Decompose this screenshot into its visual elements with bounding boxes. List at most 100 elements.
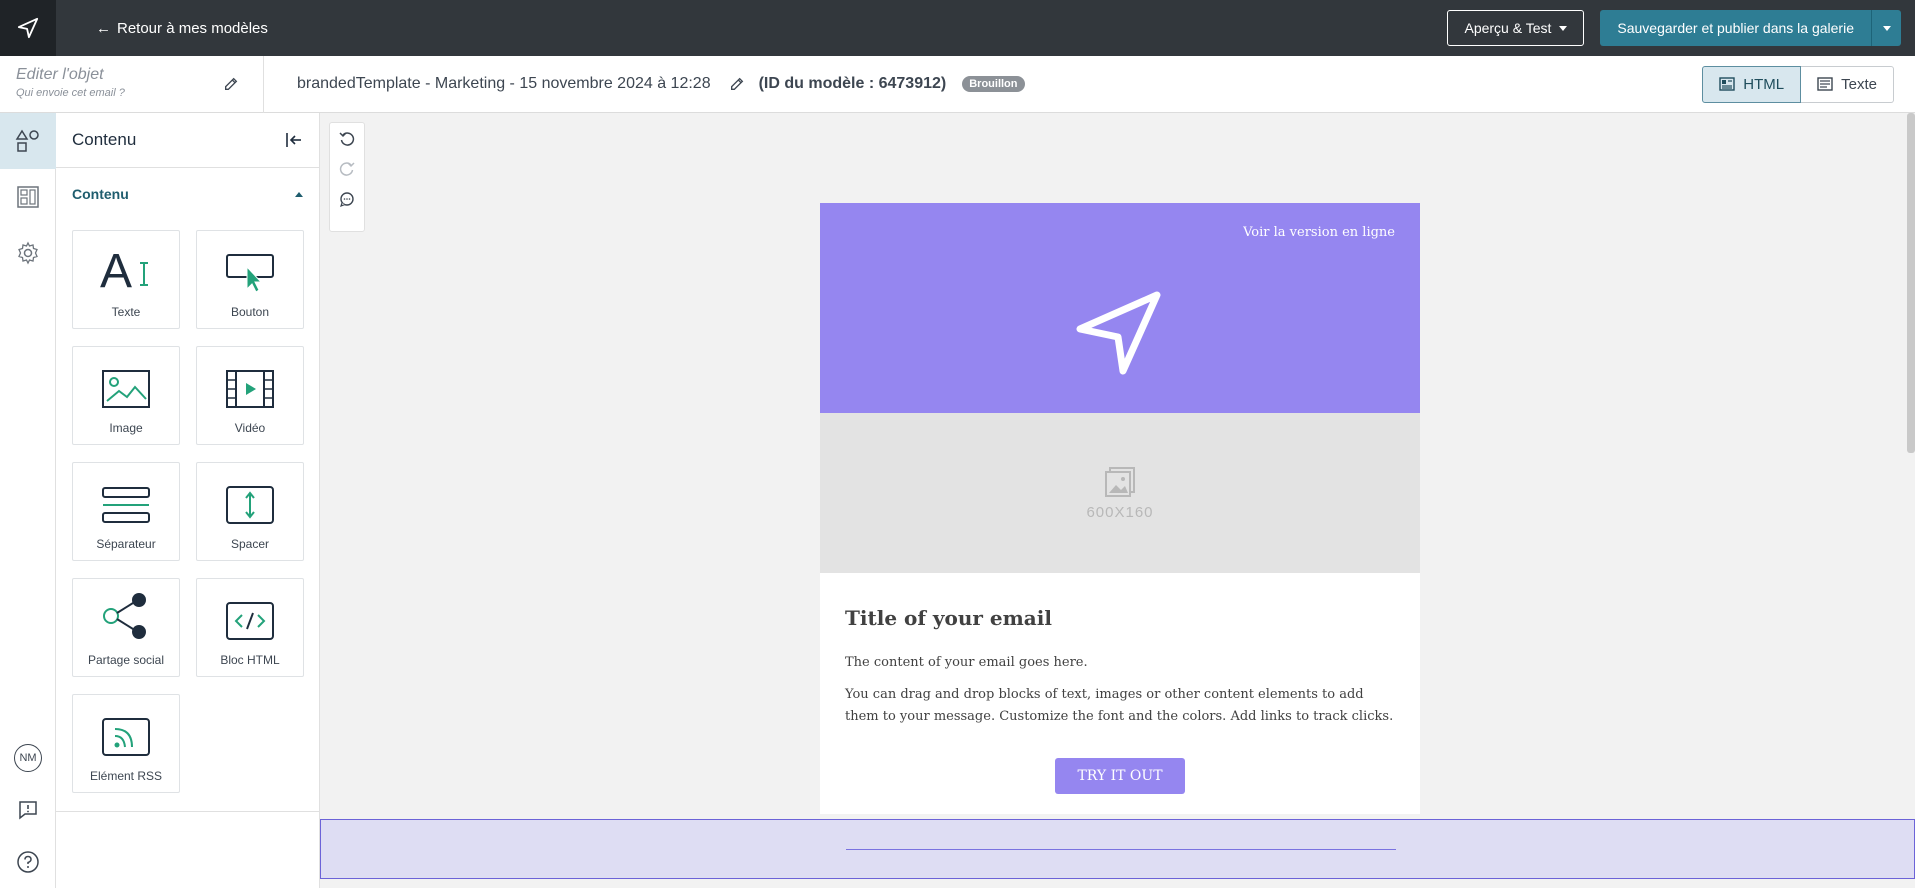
rail-layout[interactable] (0, 169, 56, 225)
help-button[interactable] (0, 836, 56, 888)
block-label: Texte (111, 305, 141, 319)
top-bar: ← Retour à mes modèles Aperçu & Test Sau… (0, 0, 1915, 56)
tab-text-label: Texte (1841, 75, 1877, 93)
block-label: Séparateur (96, 537, 156, 551)
gear-icon (18, 241, 38, 265)
paper-plane-icon (17, 17, 39, 39)
pencil-icon[interactable] (729, 76, 745, 92)
scrollbar[interactable] (1907, 113, 1915, 453)
spacer-icon (226, 486, 274, 524)
template-name: brandedTemplate - Marketing - 15 novembr… (297, 75, 711, 92)
cta-button[interactable]: TRY IT OUT (1055, 758, 1185, 794)
feedback-icon (19, 801, 37, 820)
share-icon (103, 593, 146, 639)
back-to-templates-link[interactable]: ← Retour à mes modèles (96, 20, 268, 37)
svg-text:A: A (100, 245, 132, 293)
view-toggle: HTML Texte (1702, 65, 1894, 103)
avatar: NM (14, 744, 42, 772)
chevron-down-icon (1882, 25, 1891, 31)
canvas-bottom (320, 880, 1915, 888)
drop-zone[interactable] (320, 819, 1915, 879)
block-image[interactable]: Image (72, 346, 180, 445)
block-divider[interactable]: Séparateur (72, 462, 180, 561)
divider-line (846, 849, 1396, 850)
tab-html-label: HTML (1743, 75, 1785, 93)
block-label: Image (109, 421, 143, 435)
email-text-block[interactable]: Title of your email The content of your … (820, 573, 1420, 814)
email-paragraph: The content of your email goes here. (845, 655, 1088, 670)
subject-placeholder: Editer l'objet (16, 65, 104, 83)
panel-divider (56, 811, 320, 812)
collapse-panel-icon[interactable] (285, 131, 303, 149)
block-label: Partage social (87, 653, 165, 667)
subject-editor[interactable]: Editer l'objet Qui envoie cet email ? (0, 55, 264, 113)
block-social-share[interactable]: Partage social (72, 578, 180, 677)
content-blocks-grid: A Texte Bouton Image Vidéo Séparateur Sp… (56, 220, 319, 793)
layout-icon (17, 186, 39, 208)
help-icon (17, 851, 39, 873)
rail-content[interactable] (0, 113, 56, 169)
pencil-icon[interactable] (223, 76, 239, 92)
block-html[interactable]: Bloc HTML (196, 578, 304, 677)
image-placeholder-icon (1105, 466, 1135, 497)
redo-icon[interactable] (339, 161, 355, 177)
html-view-icon (1719, 77, 1735, 91)
arrow-left-icon: ← (96, 19, 111, 37)
comment-icon[interactable] (339, 191, 355, 207)
save-publish-button[interactable]: Sauvegarder et publier dans la galerie (1600, 10, 1871, 46)
block-label: Elément RSS (89, 769, 163, 783)
status-badge: Brouillon (962, 76, 1025, 92)
panel-header: Contenu (56, 113, 319, 168)
block-label: Bloc HTML (220, 653, 280, 667)
editor-canvas[interactable]: Voir la version en ligne 600X160 Title o… (320, 113, 1915, 888)
text-icon: A (100, 245, 148, 293)
block-label: Vidéo (234, 421, 266, 435)
image-icon (102, 370, 150, 408)
history-toolbar (329, 122, 365, 232)
block-text[interactable]: A Texte (72, 230, 180, 329)
logo[interactable] (0, 0, 56, 56)
preview-test-label: Aperçu & Test (1464, 20, 1552, 36)
left-rail: NM (0, 113, 56, 888)
image-dimensions: 600X160 (1086, 503, 1154, 521)
save-options-dropdown[interactable] (1871, 10, 1901, 46)
save-publish-label: Sauvegarder et publier dans la galerie (1617, 20, 1854, 36)
divider-icon (102, 487, 150, 523)
user-avatar[interactable]: NM (0, 732, 56, 784)
block-label: Bouton (230, 305, 270, 319)
image-placeholder-block[interactable]: 600X160 (820, 413, 1420, 573)
back-link-label: Retour à mes modèles (117, 19, 268, 37)
template-id: (ID du modèle : 6473912) (758, 75, 947, 92)
button-icon (226, 254, 274, 293)
block-label: Spacer (230, 537, 270, 551)
tab-text[interactable]: Texte (1801, 65, 1894, 103)
email-title: Title of your email (845, 606, 1052, 630)
video-icon (226, 370, 274, 408)
tab-html[interactable]: HTML (1702, 65, 1802, 103)
code-icon (226, 602, 274, 640)
paper-plane-logo-icon (1076, 291, 1161, 375)
chevron-up-icon (295, 191, 303, 197)
block-spacer[interactable]: Spacer (196, 462, 304, 561)
section-title: Contenu (72, 186, 129, 202)
panel-title: Contenu (72, 130, 137, 149)
rss-icon (102, 718, 150, 756)
avatar-initials: NM (19, 752, 37, 764)
block-video[interactable]: Vidéo (196, 346, 304, 445)
sender-placeholder: Qui envoie cet email ? (16, 86, 125, 99)
email-preview: Voir la version en ligne 600X160 Title o… (820, 203, 1420, 814)
rail-settings[interactable] (0, 225, 56, 281)
undo-icon[interactable] (339, 131, 355, 147)
text-view-icon (1817, 77, 1833, 91)
template-info-bar: Editer l'objet Qui envoie cet email ? br… (0, 55, 1915, 113)
email-paragraph: You can drag and drop blocks of text, im… (845, 687, 1394, 724)
online-version-link[interactable]: Voir la version en ligne (1243, 225, 1395, 240)
block-button[interactable]: Bouton (196, 230, 304, 329)
block-rss[interactable]: Elément RSS (72, 694, 180, 793)
content-section-toggle[interactable]: Contenu (56, 168, 319, 220)
save-publish-button-group: Sauvegarder et publier dans la galerie (1600, 10, 1901, 46)
content-panel: Contenu Contenu A Texte Bouton Image Vid… (56, 113, 320, 888)
email-header-block[interactable]: Voir la version en ligne (820, 203, 1420, 413)
preview-test-button[interactable]: Aperçu & Test (1447, 10, 1585, 46)
feedback-button[interactable] (0, 784, 56, 836)
